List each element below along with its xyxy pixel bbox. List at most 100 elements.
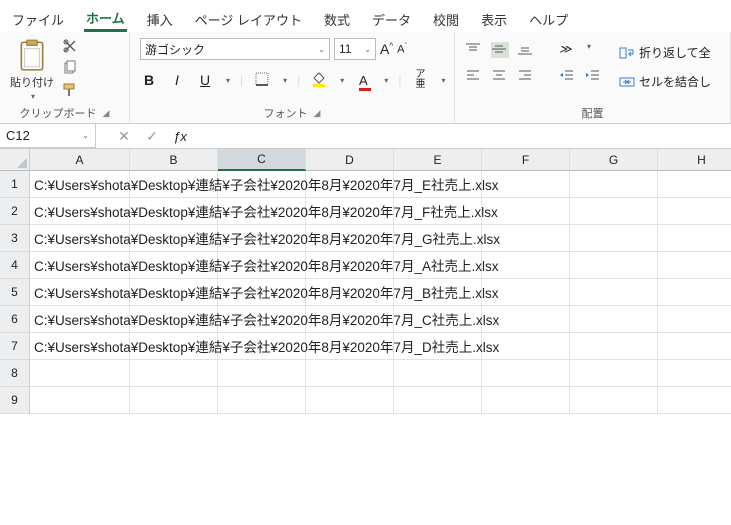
cell[interactable] (482, 387, 570, 414)
fill-color-button[interactable] (310, 71, 328, 90)
cancel-formula-icon[interactable]: ✕ (110, 128, 138, 145)
cell[interactable] (658, 198, 731, 225)
col-header[interactable]: A (30, 149, 130, 171)
cell[interactable] (394, 360, 482, 387)
chevron-down-icon[interactable]: ▾ (340, 76, 344, 85)
chevron-down-icon[interactable]: ▾ (226, 76, 230, 85)
decrease-indent-icon[interactable] (559, 68, 577, 84)
cell[interactable] (306, 360, 394, 387)
copy-icon[interactable] (62, 60, 78, 76)
cell[interactable] (570, 360, 658, 387)
cell[interactable]: C:¥Users¥shota¥Desktop¥連結¥子会社¥2020年8月¥20… (30, 306, 130, 333)
col-header[interactable]: D (306, 149, 394, 171)
align-center-icon[interactable] (491, 68, 509, 84)
cell[interactable] (482, 360, 570, 387)
row-header[interactable]: 1 (0, 171, 30, 198)
cell[interactable] (394, 387, 482, 414)
phonetic-button[interactable]: ア亜 (411, 70, 429, 90)
menu-formulas[interactable]: 数式 (322, 8, 352, 31)
cell[interactable] (658, 360, 731, 387)
cell[interactable] (30, 387, 130, 414)
align-right-icon[interactable] (517, 68, 535, 84)
menu-review[interactable]: 校閲 (431, 8, 461, 31)
cell[interactable] (570, 252, 658, 279)
menu-help[interactable]: ヘルプ (527, 8, 570, 31)
cell[interactable] (130, 360, 218, 387)
menu-home[interactable]: ホーム (84, 6, 127, 32)
cell[interactable]: C:¥Users¥shota¥Desktop¥連結¥子会社¥2020年8月¥20… (30, 333, 130, 360)
col-header[interactable]: C (218, 149, 306, 171)
cell[interactable] (570, 306, 658, 333)
font-name-select[interactable]: 游ゴシック ⌄ (140, 38, 330, 60)
cell[interactable] (658, 252, 731, 279)
menu-file[interactable]: ファイル (10, 8, 66, 31)
cell[interactable] (570, 198, 658, 225)
underline-button[interactable]: U (196, 72, 214, 88)
bold-button[interactable]: B (140, 72, 158, 88)
row-header[interactable]: 5 (0, 279, 30, 306)
row-header[interactable]: 6 (0, 306, 30, 333)
paste-button[interactable]: 貼り付け ▾ (10, 38, 54, 101)
row-header[interactable]: 2 (0, 198, 30, 225)
cell[interactable]: C:¥Users¥shota¥Desktop¥連結¥子会社¥2020年8月¥20… (30, 252, 130, 279)
cell[interactable] (658, 387, 731, 414)
name-box[interactable]: C12 ⌄ (0, 124, 96, 148)
col-header[interactable]: B (130, 149, 218, 171)
italic-button[interactable]: I (168, 72, 186, 88)
dialog-launcher-icon[interactable]: ◢ (103, 108, 110, 119)
increase-font-icon[interactable]: A^ (380, 41, 393, 57)
chevron-down-icon[interactable]: ▾ (587, 42, 591, 58)
align-top-icon[interactable] (465, 42, 483, 58)
decrease-font-icon[interactable]: Aˇ (397, 43, 407, 56)
cell[interactable]: C:¥Users¥shota¥Desktop¥連結¥子会社¥2020年8月¥20… (30, 198, 130, 225)
align-left-icon[interactable] (465, 68, 483, 84)
cell[interactable] (570, 225, 658, 252)
dialog-launcher-icon[interactable]: ◢ (314, 108, 321, 119)
cell[interactable] (658, 171, 731, 198)
wrap-text-button[interactable]: 折り返して全 (619, 42, 711, 63)
menu-data[interactable]: データ (370, 8, 413, 31)
orientation-icon[interactable]: ≫ (559, 42, 577, 58)
select-all-corner[interactable] (0, 149, 30, 171)
menu-view[interactable]: 表示 (479, 8, 509, 31)
cell[interactable] (570, 279, 658, 306)
chevron-down-icon[interactable]: ▾ (31, 92, 35, 101)
font-color-button[interactable]: A (354, 72, 372, 88)
cell[interactable] (570, 333, 658, 360)
row-header[interactable]: 9 (0, 387, 30, 414)
col-header[interactable]: F (482, 149, 570, 171)
row-header[interactable]: 3 (0, 225, 30, 252)
font-size-select[interactable]: 11 ⌄ (334, 38, 376, 60)
chevron-down-icon[interactable]: ▾ (441, 76, 445, 85)
col-header[interactable]: H (658, 149, 731, 171)
merge-cells-button[interactable]: セルを結合し (619, 71, 711, 92)
col-header[interactable]: G (570, 149, 658, 171)
fx-icon[interactable]: ƒx (166, 129, 194, 144)
increase-indent-icon[interactable] (585, 68, 603, 84)
cut-icon[interactable] (62, 38, 78, 54)
enter-formula-icon[interactable]: ✓ (138, 128, 166, 145)
cell[interactable] (30, 360, 130, 387)
cell[interactable] (658, 279, 731, 306)
cell[interactable] (218, 387, 306, 414)
align-middle-icon[interactable] (491, 42, 509, 58)
row-header[interactable]: 7 (0, 333, 30, 360)
formula-input[interactable] (194, 125, 731, 148)
cell[interactable] (130, 387, 218, 414)
cell[interactable] (658, 225, 731, 252)
align-bottom-icon[interactable] (517, 42, 535, 58)
chevron-down-icon[interactable]: ▾ (283, 76, 287, 85)
chevron-down-icon[interactable]: ⌄ (364, 45, 371, 54)
border-button[interactable] (253, 71, 271, 90)
cell[interactable]: C:¥Users¥shota¥Desktop¥連結¥子会社¥2020年8月¥20… (30, 171, 130, 198)
menu-pagelayout[interactable]: ページ レイアウト (193, 8, 304, 31)
cell[interactable] (570, 171, 658, 198)
chevron-down-icon[interactable]: ⌄ (82, 131, 89, 140)
cell[interactable]: C:¥Users¥shota¥Desktop¥連結¥子会社¥2020年8月¥20… (30, 225, 130, 252)
row-header[interactable]: 4 (0, 252, 30, 279)
chevron-down-icon[interactable]: ⌄ (318, 45, 325, 54)
cell[interactable]: C:¥Users¥shota¥Desktop¥連結¥子会社¥2020年8月¥20… (30, 279, 130, 306)
menu-insert[interactable]: 挿入 (145, 8, 175, 31)
cell[interactable] (658, 306, 731, 333)
format-painter-icon[interactable] (62, 82, 78, 98)
